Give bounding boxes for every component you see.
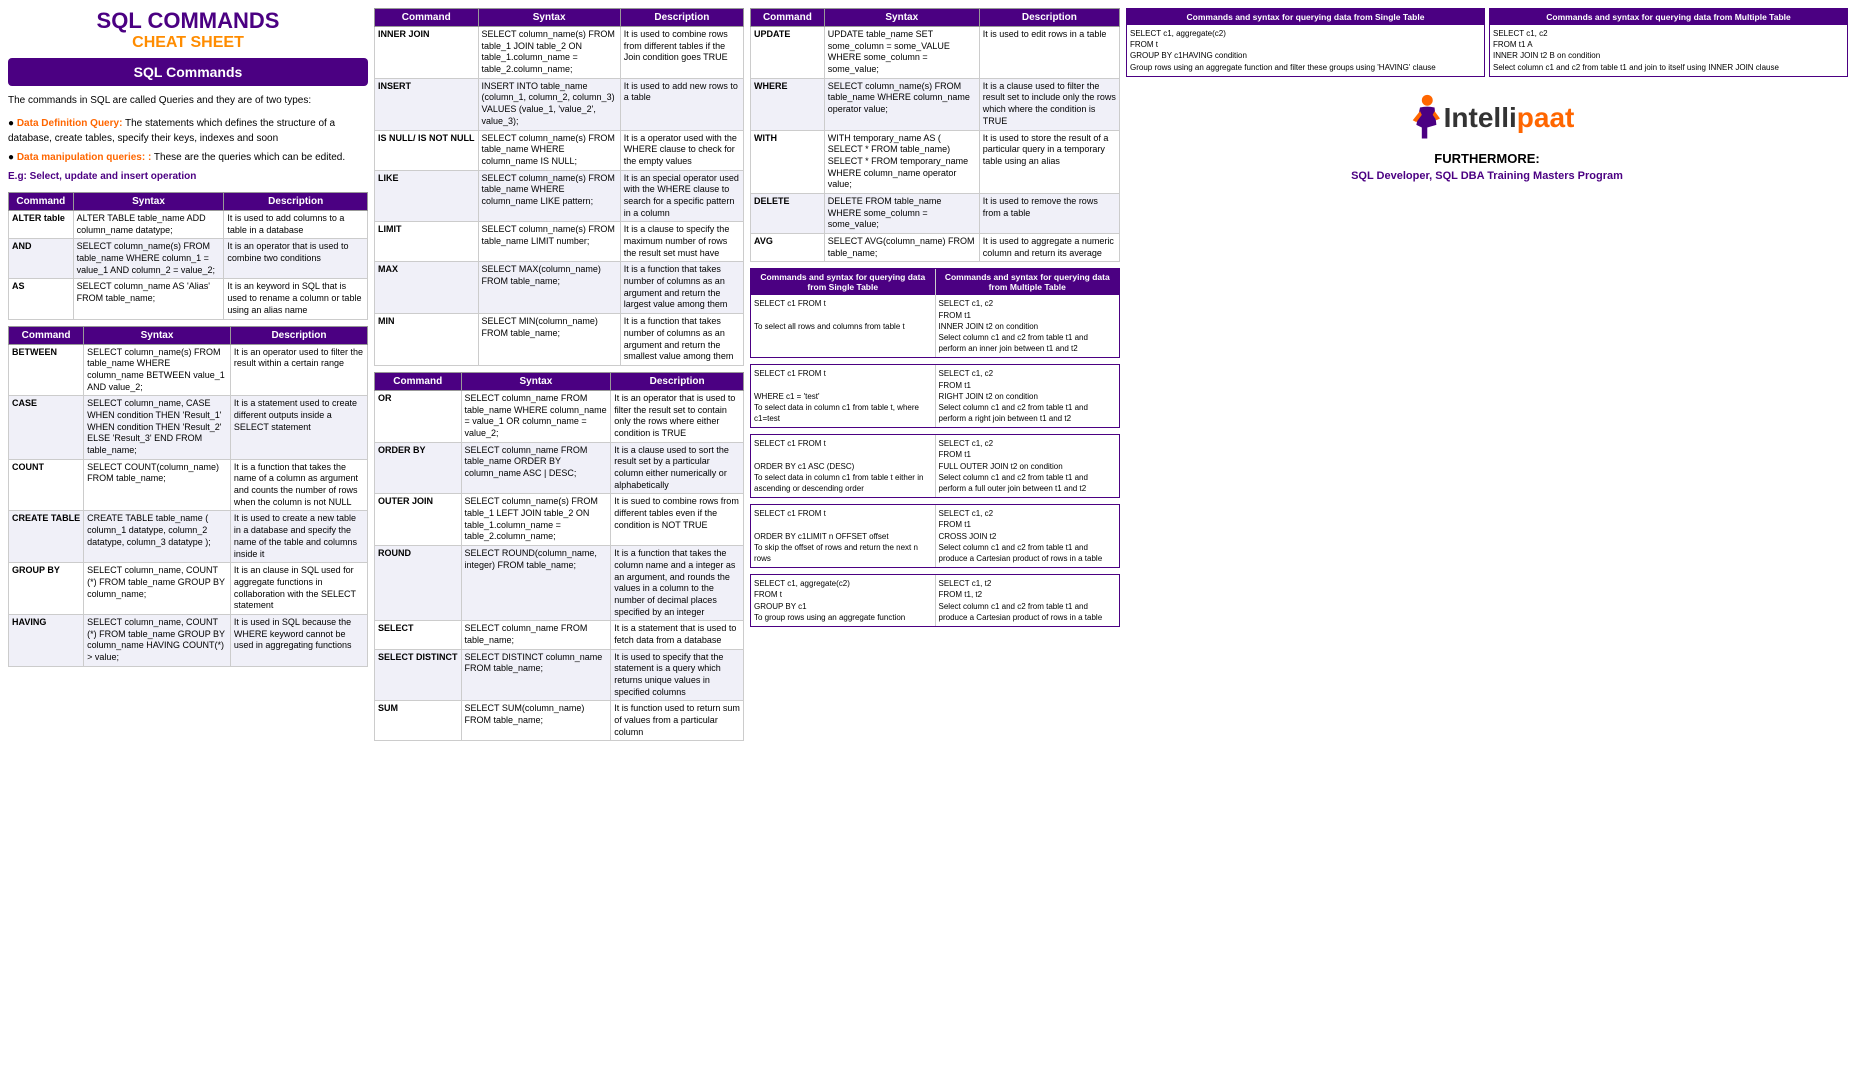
top-box-multiple: Commands and syntax for querying data fr… <box>1489 8 1848 77</box>
table-row: ANDSELECT column_name(s) FROM table_name… <box>9 239 368 279</box>
table-row: AVGSELECT AVG(column_name) FROM table_na… <box>751 234 1120 262</box>
furthermore-title: FURTHERMORE: <box>1136 151 1838 166</box>
table-row: ALTER tableALTER TABLE table_name ADD co… <box>9 211 368 239</box>
bullet-item-1: ● Data Definition Query: The statements … <box>8 116 368 146</box>
col-syntax: Syntax <box>84 326 231 344</box>
query-single-content: SELECT c1 FROM t WHERE c1 = 'test' To se… <box>751 365 936 427</box>
intellipaat-figure-icon <box>1400 93 1440 143</box>
query-box: SELECT c1 FROM t ORDER BY c1LIMIT n OFFS… <box>750 504 1120 568</box>
table-row: MAXSELECT MAX(column_name) FROM table_na… <box>375 262 744 314</box>
col-description: Description <box>620 9 743 27</box>
top-box-single-content: SELECT c1, aggregate(c2)FROM tGROUP BY c… <box>1127 25 1484 76</box>
col-description: Description <box>230 326 367 344</box>
table-row: CREATE TABLECREATE TABLE table_name ( co… <box>9 511 368 563</box>
table-row: INSERTINSERT INTO table_name (column_1, … <box>375 78 744 130</box>
table-row: LIMITSELECT column_name(s) FROM table_na… <box>375 222 744 262</box>
title-section: SQL COMMANDS CHEAT SHEET <box>8 8 368 52</box>
middle-panel-1: Command Syntax Description INNER JOINSEL… <box>374 8 744 747</box>
intro-text: The commands in SQL are called Queries a… <box>8 94 368 108</box>
bullet-item-2: ● Data manipulation queries: : These are… <box>8 150 368 165</box>
col-syntax: Syntax <box>478 9 620 27</box>
table-row: IS NULL/ IS NOT NULLSELECT column_name(s… <box>375 130 744 170</box>
query-box: SELECT c1 FROM t ORDER BY c1 ASC (DESC) … <box>750 434 1120 498</box>
middle-panel-2: Command Syntax Description UPDATEUPDATE … <box>750 8 1120 747</box>
query-multiple-content: SELECT c1, c2 FROM t1 RIGHT JOIN t2 on c… <box>936 365 1120 427</box>
query-boxes-container: Commands and syntax for querying data fr… <box>750 268 1120 627</box>
col-syntax: Syntax <box>73 193 224 211</box>
col-syntax: Syntax <box>461 372 611 390</box>
query-multiple-content: SELECT c1, c2 FROM t1 CROSS JOIN t2 Sele… <box>936 505 1120 567</box>
col-description: Description <box>224 193 368 211</box>
col-command: Command <box>375 372 462 390</box>
left-panel: SQL COMMANDS CHEAT SHEET SQL Commands Th… <box>8 8 368 747</box>
table-row: ORDER BYSELECT column_name FROM table_na… <box>375 442 744 494</box>
intellipaat-logo: Intellipaat <box>1136 93 1838 143</box>
col-syntax: Syntax <box>824 9 979 27</box>
right-panel: Commands and syntax for querying data fr… <box>1126 8 1848 747</box>
col-command: Command <box>751 9 825 27</box>
table-row: HAVINGSELECT column_name, COUNT (*) FROM… <box>9 614 368 666</box>
query-box: SELECT c1 FROM t WHERE c1 = 'test' To se… <box>750 364 1120 428</box>
col-command: Command <box>375 9 479 27</box>
table-row: LIKESELECT column_name(s) FROM table_nam… <box>375 170 744 222</box>
left-table-2: Command Syntax Description BETWEENSELECT… <box>8 326 368 667</box>
mid1-table-2: Command Syntax Description ORSELECT colu… <box>374 372 744 742</box>
bullet1-label: Data Definition Query: <box>17 118 123 129</box>
table-row: SELECTSELECT column_name FROM table_name… <box>375 621 744 649</box>
sql-commands-box: SQL Commands <box>8 58 368 86</box>
table-row: MINSELECT MIN(column_name) FROM table_na… <box>375 314 744 366</box>
intellipaat-section: Intellipaat FURTHERMORE: SQL Developer, … <box>1126 83 1848 192</box>
table-row: WITHWITH temporary_name AS ( SELECT * FR… <box>751 130 1120 193</box>
table-row: DELETEDELETE FROM table_name WHERE some_… <box>751 193 1120 233</box>
mid1-table-1: Command Syntax Description INNER JOINSEL… <box>374 8 744 366</box>
furthermore-sub: SQL Developer, SQL DBA Training Masters … <box>1136 170 1838 182</box>
table-row: OUTER JOINSELECT column_name(s) FROM tab… <box>375 494 744 546</box>
table-row: BETWEENSELECT column_name(s) FROM table_… <box>9 344 368 396</box>
table-row: ROUNDSELECT ROUND(column_name, integer) … <box>375 546 744 621</box>
table-row: SELECT DISTINCTSELECT DISTINCT column_na… <box>375 649 744 701</box>
bullet2-label: Data manipulation queries: : <box>17 152 151 163</box>
paat-text: paat <box>1517 102 1575 133</box>
query-single-content: SELECT c1 FROM t ORDER BY c1 ASC (DESC) … <box>751 435 936 497</box>
query-multiple-header: Commands and syntax for querying data fr… <box>936 269 1120 295</box>
table-row: CASESELECT column_name, CASE WHEN condit… <box>9 396 368 459</box>
bullet-section: ● Data Definition Query: The statements … <box>8 116 368 184</box>
table-row: UPDATEUPDATE table_name SET some_column … <box>751 27 1120 79</box>
col-description: Description <box>979 9 1119 27</box>
table-row: GROUP BYSELECT column_name, COUNT (*) FR… <box>9 563 368 615</box>
query-single-content: SELECT c1 FROM t ORDER BY c1LIMIT n OFFS… <box>751 505 936 567</box>
intellipaat-text: Intellipaat <box>1444 102 1575 134</box>
bullet2-text: These are the queries which can be edite… <box>154 152 345 163</box>
left-table-1: Command Syntax Description ALTER tableAL… <box>8 192 368 320</box>
top-box-single-header: Commands and syntax for querying data fr… <box>1127 9 1484 25</box>
table-row: SUMSELECT SUM(column_name) FROM table_na… <box>375 701 744 741</box>
query-single-content: SELECT c1, aggregate(c2) FROM t GROUP BY… <box>751 575 936 626</box>
sub-title: CHEAT SHEET <box>8 34 368 52</box>
top-box-multiple-content: SELECT c1, c2FROM t1 AINNER JOIN t2 B on… <box>1490 25 1847 76</box>
col-command: Command <box>9 193 74 211</box>
top-boxes: Commands and syntax for querying data fr… <box>1126 8 1848 77</box>
query-single-header: Commands and syntax for querying data fr… <box>751 269 936 295</box>
col-description: Description <box>611 372 744 390</box>
table-row: WHERESELECT column_name(s) FROM table_na… <box>751 78 1120 130</box>
query-single-content: SELECT c1 FROM t To select all rows and … <box>751 295 936 357</box>
table-row: ASSELECT column_name AS 'Alias' FROM tab… <box>9 279 368 319</box>
query-multiple-content: SELECT c1, c2 FROM t1 INNER JOIN t2 on c… <box>936 295 1120 357</box>
table-row: INNER JOINSELECT column_name(s) FROM tab… <box>375 27 744 79</box>
mid2-table-1: Command Syntax Description UPDATEUPDATE … <box>750 8 1120 262</box>
top-box-multiple-header: Commands and syntax for querying data fr… <box>1490 9 1847 25</box>
col-command: Command <box>9 326 84 344</box>
eg-text: E.g: Select, update and insert operation <box>8 169 368 184</box>
query-box: Commands and syntax for querying data fr… <box>750 268 1120 358</box>
query-multiple-content: SELECT c1, c2 FROM t1 FULL OUTER JOIN t2… <box>936 435 1120 497</box>
top-box-single: Commands and syntax for querying data fr… <box>1126 8 1485 77</box>
query-box: SELECT c1, aggregate(c2) FROM t GROUP BY… <box>750 574 1120 627</box>
main-title: SQL COMMANDS <box>8 8 368 34</box>
table-row: COUNTSELECT COUNT(column_name) FROM tabl… <box>9 459 368 511</box>
query-multiple-content: SELECT c1, t2 FROM t1, t2 Select column … <box>936 575 1120 626</box>
intelli-text: Intelli <box>1444 102 1517 133</box>
table-row: ORSELECT column_name FROM table_name WHE… <box>375 390 744 442</box>
